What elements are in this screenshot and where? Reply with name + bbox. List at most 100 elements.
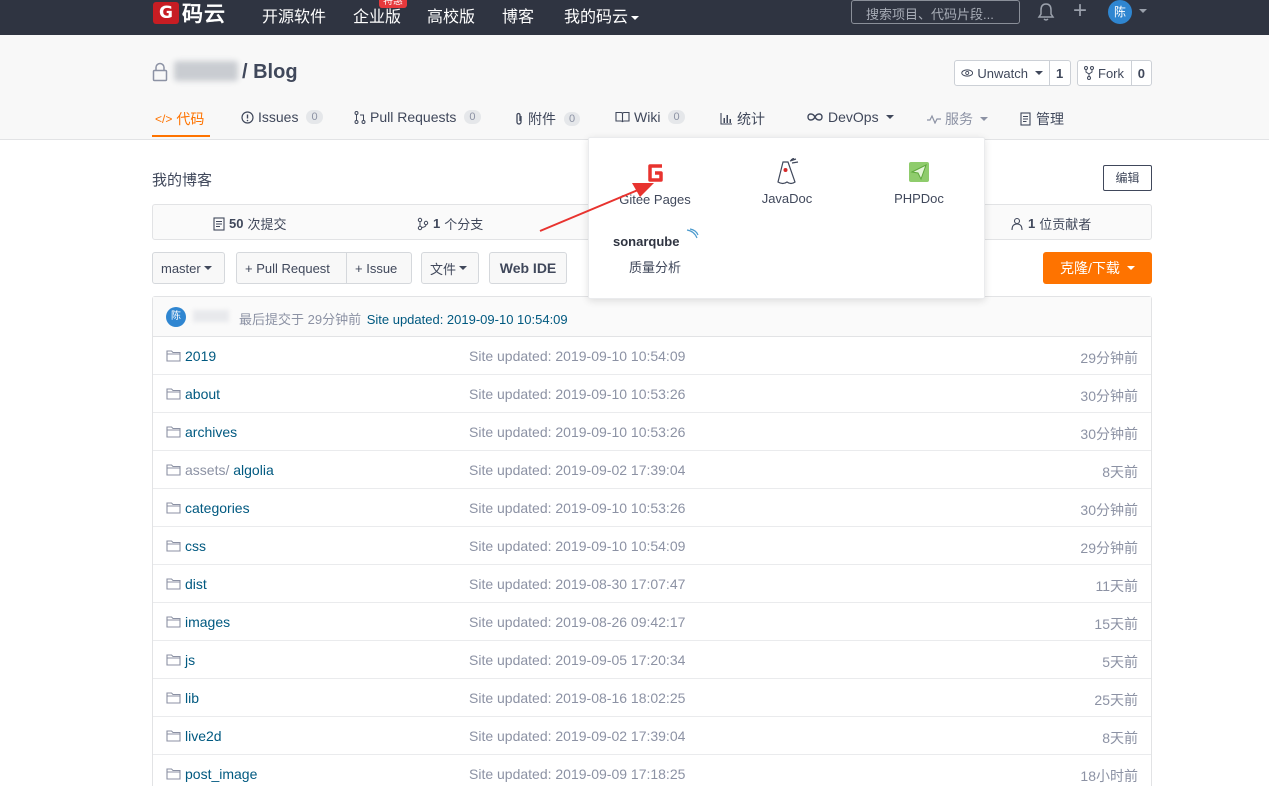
manage-icon [1020,112,1031,126]
table-row: images Site updated: 2019-08-26 09:42:17 1… [153,603,1151,641]
plus-icon[interactable]: + [1073,0,1087,23]
file-menu-button[interactable]: 文件 [421,252,479,284]
quality-analysis-item[interactable]: sonarqube 质量分析 [613,228,699,276]
nav-blog[interactable]: 博客 [502,3,534,27]
file-commit-time: 11天前 [1095,578,1138,594]
tab-wiki[interactable]: Wiki 0 [615,109,685,125]
file-commit-time: 15天前 [1094,616,1138,632]
file-name: css [185,538,206,554]
commit-list-icon [213,216,225,231]
file-commit-message[interactable]: Site updated: 2019-09-10 10:53:26 [469,500,685,516]
search-input[interactable]: 搜索项目、代码片段... [851,0,1020,24]
fork-count[interactable]: 0 [1130,61,1151,85]
pull-request-icon [354,110,366,124]
file-menu-label: 文件 [430,261,457,277]
file-name: post_image [185,766,258,782]
gitee-logo[interactable]: G 码云 [153,0,226,26]
tab-services[interactable]: 服务 [927,109,988,129]
pulse-icon [927,114,941,124]
file-name-link[interactable]: assets/ algolia [185,462,274,478]
bell-icon[interactable] [1037,2,1055,25]
gitee-pages-item[interactable]: Gitee Pages [619,160,691,207]
fork-button[interactable]: Fork 0 [1077,60,1152,86]
file-name-link[interactable]: about [185,386,220,402]
web-ide-button[interactable]: Web IDE [489,252,567,284]
repo-title[interactable]: / Blog [242,61,298,84]
tab-stats-label: 统计 [737,111,765,127]
file-commit-message[interactable]: Site updated: 2019-09-10 10:53:26 [469,386,685,402]
sonarqube-logo: sonarqube [613,228,699,249]
chevron-down-icon [459,266,468,270]
file-name-link[interactable]: archives [185,424,237,440]
services-dropdown: Gitee Pages JavaDoc PHPDoc sonarqube 质量分… [588,137,985,299]
file-name-link[interactable]: 2019 [185,348,216,364]
file-name: archives [185,424,238,440]
chevron-down-icon[interactable] [1139,9,1147,13]
nav-my-gitee[interactable]: 我的码云 [564,3,640,27]
file-commit-message[interactable]: Site updated: 2019-08-30 17:07:47 [469,576,685,592]
file-commit-message[interactable]: Site updated: 2019-09-10 10:54:09 [469,348,685,364]
folder-icon [166,387,181,403]
file-name-link[interactable]: categories [185,500,250,516]
avatar[interactable]: 陈 [166,307,186,327]
gitee-pages-label: Gitee Pages [619,192,691,207]
phpdoc-icon [909,162,929,182]
file-commit-message[interactable]: Site updated: 2019-09-02 17:39:04 [469,728,685,744]
tab-devops[interactable]: DevOps [806,109,894,125]
file-name-link[interactable]: images [185,614,230,630]
gitee-pages-icon [648,164,663,182]
new-pull-request-button[interactable]: + Pull Request [236,252,347,284]
branch-select[interactable]: master [152,252,225,284]
file-name: about [185,386,221,402]
chevron-down-icon [1126,266,1135,270]
file-commit-message[interactable]: Site updated: 2019-09-02 17:39:04 [469,462,685,478]
file-name-link[interactable]: js [185,652,195,668]
tab-stats[interactable]: 统计 [720,109,765,129]
tab-code[interactable]: </> 代码 [155,109,204,129]
file-commit-message[interactable]: Site updated: 2019-08-26 09:42:17 [469,614,685,630]
file-name-link[interactable]: live2d [185,728,222,744]
tab-pull-requests[interactable]: Pull Requests 0 [354,109,481,125]
chevron-down-icon [631,15,640,20]
clone-download-button[interactable]: 克隆/下载 [1043,252,1152,284]
sonar-wave-icon [686,228,699,239]
folder-icon [166,729,181,745]
last-commit-message[interactable]: Site updated: 2019-09-10 10:54:09 [367,312,568,327]
tab-manage[interactable]: 管理 [1020,109,1064,129]
watch-count[interactable]: 1 [1049,61,1069,85]
file-commit-message[interactable]: Site updated: 2019-09-05 17:20:34 [469,652,685,668]
user-avatar[interactable]: 陈 [1108,0,1132,24]
file-table: 陈 最后提交于 29分钟前 Site updated: 2019-09-10 1… [152,296,1152,786]
file-commit-message[interactable]: Site updated: 2019-09-10 10:53:26 [469,424,685,440]
commits-stat[interactable]: 50 次提交 [213,214,286,233]
file-commit-message[interactable]: Site updated: 2019-08-16 18:02:25 [469,690,685,706]
watch-button[interactable]: Unwatch 1 [954,60,1071,86]
tab-devops-label: DevOps [828,109,879,125]
nav-education[interactable]: 高校版 [427,3,475,27]
file-commit-message[interactable]: Site updated: 2019-09-10 10:54:09 [469,538,685,554]
issue-icon [241,110,254,124]
branches-stat[interactable]: 1 个分支 [417,214,483,233]
branch-select-label: master [161,260,201,276]
phpdoc-item[interactable]: PHPDoc [889,160,949,206]
javadoc-item[interactable]: JavaDoc [757,158,817,206]
new-issue-button[interactable]: + Issue [346,252,412,284]
file-name-link[interactable]: lib [185,690,199,706]
file-name: categories [185,500,250,516]
file-commit-message[interactable]: Site updated: 2019-09-09 17:18:25 [469,766,685,782]
tab-wiki-label: Wiki [634,109,661,125]
pull-requests-count: 0 [464,110,481,124]
file-name-link[interactable]: post_image [185,766,257,782]
file-name-link[interactable]: css [185,538,206,554]
edit-description-button[interactable]: 编辑 [1103,165,1152,191]
file-commit-time: 29分钟前 [1080,540,1138,556]
file-path-prefix: assets/ [185,462,234,478]
nav-open-source[interactable]: 开源软件 [262,3,326,27]
infinity-icon [807,113,823,121]
tab-issues[interactable]: Issues 0 [241,109,323,125]
table-row: about Site updated: 2019-09-10 10:53:26 30… [153,375,1151,413]
file-name-link[interactable]: dist [185,576,207,592]
tab-attachments[interactable]: 附件 0 [514,109,581,129]
contributors-stat[interactable]: 1 位贡献者 [1010,214,1091,233]
folder-icon [166,501,181,517]
